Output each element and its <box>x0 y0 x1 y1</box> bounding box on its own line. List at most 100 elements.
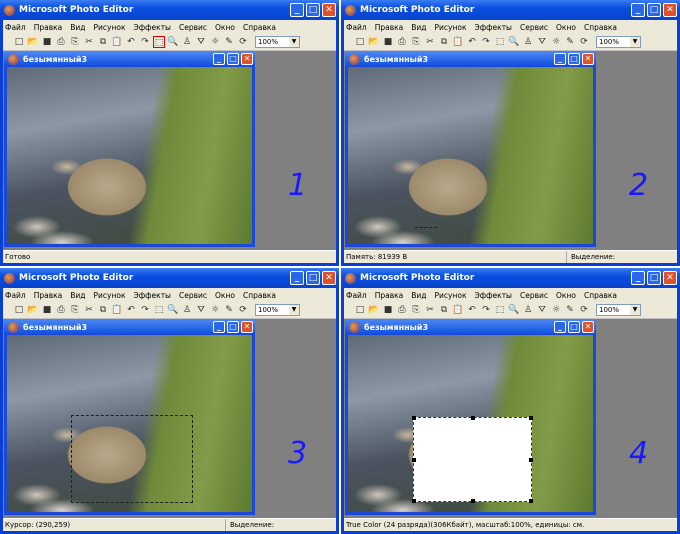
menu-item[interactable]: Справка <box>584 23 617 32</box>
new-icon[interactable]: □ <box>354 36 366 48</box>
smudge-icon[interactable]: ♙ <box>522 36 534 48</box>
effects-icon[interactable]: ☼ <box>550 304 562 316</box>
selection-rectangle[interactable] <box>415 227 437 228</box>
paste-icon[interactable]: 📋 <box>452 304 464 316</box>
menu-item[interactable]: Эффекты <box>474 23 512 32</box>
paste-icon[interactable]: 📋 <box>111 36 123 48</box>
undo-icon[interactable]: ↶ <box>466 304 478 316</box>
minimize-button[interactable]: _ <box>290 3 304 17</box>
new-icon[interactable]: □ <box>354 304 366 316</box>
select-icon[interactable]: ⬚ <box>153 304 165 316</box>
print-icon[interactable]: ⎙ <box>55 36 67 48</box>
new-icon[interactable]: □ <box>13 304 25 316</box>
rotate-icon[interactable]: ⟳ <box>237 36 249 48</box>
zoom-select[interactable]: 100% ▼ <box>255 304 300 316</box>
doc-maximize-button[interactable]: □ <box>568 321 580 333</box>
select-icon[interactable]: ⬚ <box>494 36 506 48</box>
close-button[interactable]: ✕ <box>663 3 677 17</box>
doc-minimize-button[interactable]: _ <box>213 321 225 333</box>
menu-item[interactable]: Вид <box>70 291 85 300</box>
menu-item[interactable]: Правка <box>34 23 63 32</box>
zoom-icon[interactable]: 🔍 <box>167 36 179 48</box>
new-icon[interactable]: □ <box>13 36 25 48</box>
selection-handle[interactable] <box>412 499 416 503</box>
redo-icon[interactable]: ↷ <box>480 304 492 316</box>
pen-icon[interactable]: ✎ <box>223 304 235 316</box>
open-icon[interactable]: 📂 <box>368 304 380 316</box>
close-button[interactable]: ✕ <box>322 271 336 285</box>
cut-icon[interactable]: ✂ <box>424 36 436 48</box>
menu-item[interactable]: Справка <box>584 291 617 300</box>
pen-icon[interactable]: ✎ <box>223 36 235 48</box>
selection-handle[interactable] <box>471 416 475 420</box>
selection-handle[interactable] <box>529 499 533 503</box>
smudge-icon[interactable]: ♙ <box>181 304 193 316</box>
menu-item[interactable]: Вид <box>411 23 426 32</box>
rotate-icon[interactable]: ⟳ <box>578 36 590 48</box>
paste-icon[interactable]: 📋 <box>111 304 123 316</box>
zoom-icon[interactable]: 🔍 <box>167 304 179 316</box>
print-icon[interactable]: ⎙ <box>396 36 408 48</box>
print-preview-icon[interactable]: ⎘ <box>69 304 81 316</box>
photo-canvas[interactable] <box>348 335 593 512</box>
cut-icon[interactable]: ✂ <box>424 304 436 316</box>
minimize-button[interactable]: _ <box>631 271 645 285</box>
chevron-down-icon[interactable]: ▼ <box>289 37 299 47</box>
menu-item[interactable]: Вид <box>70 23 85 32</box>
maximize-button[interactable]: □ <box>306 271 320 285</box>
select-icon[interactable]: ⬚ <box>153 36 165 48</box>
copy-icon[interactable]: ⧉ <box>438 304 450 316</box>
menu-item[interactable]: Сервис <box>179 23 207 32</box>
cut-icon[interactable]: ✂ <box>83 304 95 316</box>
selection-handle[interactable] <box>529 416 533 420</box>
menu-item[interactable]: Окно <box>556 23 576 32</box>
close-button[interactable]: ✕ <box>663 271 677 285</box>
doc-close-button[interactable]: ✕ <box>582 321 594 333</box>
redo-icon[interactable]: ↷ <box>480 36 492 48</box>
open-icon[interactable]: 📂 <box>27 36 39 48</box>
doc-close-button[interactable]: ✕ <box>582 53 594 65</box>
doc-close-button[interactable]: ✕ <box>241 321 253 333</box>
save-icon[interactable]: ■ <box>382 36 394 48</box>
effects-icon[interactable]: ☼ <box>550 36 562 48</box>
copy-icon[interactable]: ⧉ <box>97 36 109 48</box>
selection-rectangle[interactable] <box>71 415 193 503</box>
print-icon[interactable]: ⎙ <box>396 304 408 316</box>
photo-canvas[interactable] <box>348 67 593 244</box>
photo-canvas[interactable] <box>7 67 252 244</box>
select-icon[interactable]: ⬚ <box>494 304 506 316</box>
minimize-button[interactable]: _ <box>290 271 304 285</box>
selection-handle[interactable] <box>529 458 533 462</box>
copy-icon[interactable]: ⧉ <box>97 304 109 316</box>
smudge-icon[interactable]: ♙ <box>522 304 534 316</box>
print-icon[interactable]: ⎙ <box>55 304 67 316</box>
menu-item[interactable]: Справка <box>243 23 276 32</box>
menu-item[interactable]: Рисунок <box>94 291 126 300</box>
doc-minimize-button[interactable]: _ <box>554 53 566 65</box>
maximize-button[interactable]: □ <box>647 3 661 17</box>
doc-close-button[interactable]: ✕ <box>241 53 253 65</box>
menu-item[interactable]: Окно <box>556 291 576 300</box>
menu-item[interactable]: Эффекты <box>133 23 171 32</box>
sharpen-icon[interactable]: ⛛ <box>195 304 207 316</box>
undo-icon[interactable]: ↶ <box>125 304 137 316</box>
pen-icon[interactable]: ✎ <box>564 36 576 48</box>
maximize-button[interactable]: □ <box>647 271 661 285</box>
doc-minimize-button[interactable]: _ <box>554 321 566 333</box>
doc-maximize-button[interactable]: □ <box>227 53 239 65</box>
effects-icon[interactable]: ☼ <box>209 304 221 316</box>
open-icon[interactable]: 📂 <box>368 36 380 48</box>
close-button[interactable]: ✕ <box>322 3 336 17</box>
copy-icon[interactable]: ⧉ <box>438 36 450 48</box>
sharpen-icon[interactable]: ⛛ <box>536 304 548 316</box>
zoom-select[interactable]: 100% ▼ <box>596 36 641 48</box>
redo-icon[interactable]: ↷ <box>139 36 151 48</box>
cleared-selection[interactable] <box>412 416 533 503</box>
menu-item[interactable]: Правка <box>34 291 63 300</box>
print-preview-icon[interactable]: ⎘ <box>410 36 422 48</box>
open-icon[interactable]: 📂 <box>27 304 39 316</box>
menu-item[interactable]: Окно <box>215 291 235 300</box>
selection-handle[interactable] <box>471 499 475 503</box>
redo-icon[interactable]: ↷ <box>139 304 151 316</box>
menu-item[interactable]: Окно <box>215 23 235 32</box>
